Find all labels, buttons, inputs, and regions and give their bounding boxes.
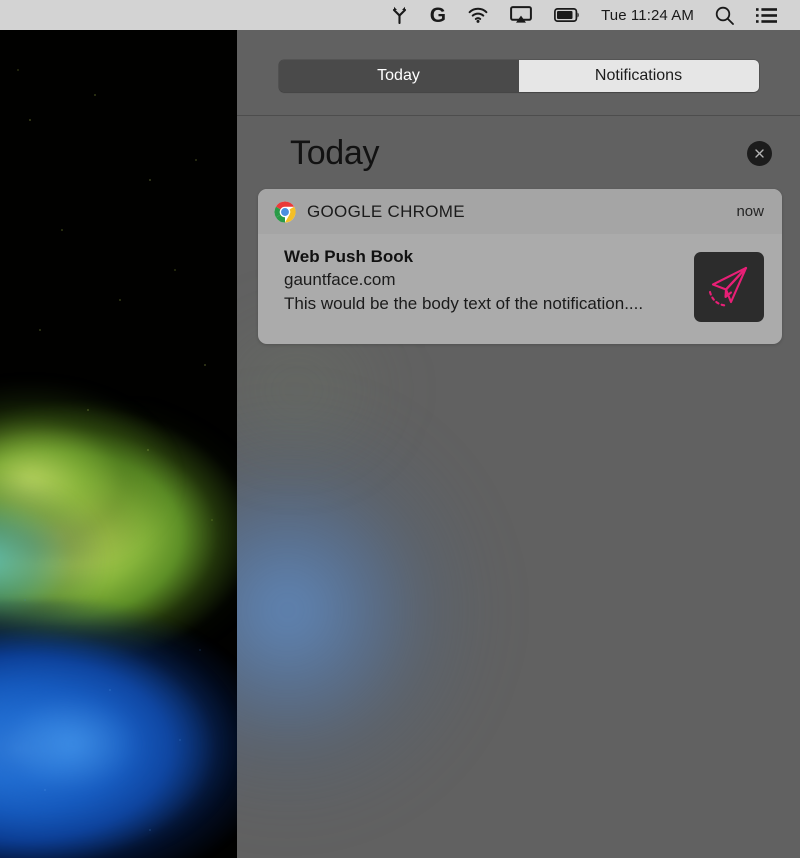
google-menu-item[interactable]: G bbox=[419, 0, 457, 30]
airplay-icon bbox=[510, 6, 532, 23]
fork-branch-menu-item[interactable] bbox=[380, 0, 419, 30]
tab-today[interactable]: Today bbox=[278, 60, 519, 92]
battery-icon bbox=[554, 8, 579, 22]
screen: Today Notifications Today GOOGLE CHROME … bbox=[0, 0, 800, 858]
menu-bar-clock[interactable]: Tue 11:24 AM bbox=[591, 7, 704, 24]
section-title: Today bbox=[290, 134, 380, 172]
segmented-control[interactable]: Today Notifications bbox=[278, 60, 759, 92]
spotlight-search-menu-item[interactable] bbox=[704, 0, 745, 30]
wifi-icon bbox=[468, 7, 488, 23]
notification-card-body: Web Push Book gauntface.com This would b… bbox=[258, 234, 782, 344]
paper-plane-icon bbox=[708, 266, 748, 307]
notification-app-name: GOOGLE CHROME bbox=[307, 201, 465, 221]
notification-list: GOOGLE CHROME now Web Push Book gauntfac… bbox=[237, 173, 800, 344]
notification-site: gauntface.com bbox=[284, 269, 396, 289]
close-icon bbox=[755, 149, 764, 158]
wifi-menu-item[interactable] bbox=[457, 0, 499, 30]
menu-bar: G Tue 11:24 AM bbox=[0, 0, 800, 30]
today-header: Today bbox=[237, 116, 800, 173]
fork-branch-icon bbox=[392, 6, 406, 24]
notification-time: now bbox=[736, 203, 764, 220]
notification-center-icon bbox=[756, 7, 777, 23]
segmented-control-wrap: Today Notifications bbox=[237, 30, 800, 92]
notification-image bbox=[694, 252, 764, 322]
notification-text-block: Web Push Book gauntface.com This would b… bbox=[284, 246, 680, 322]
notification-center-menu-item[interactable] bbox=[745, 0, 788, 30]
notification-card-header: GOOGLE CHROME now bbox=[258, 189, 782, 234]
notification-body: This would be the body text of the notif… bbox=[284, 293, 644, 313]
tab-notifications[interactable]: Notifications bbox=[518, 60, 759, 92]
battery-menu-item[interactable] bbox=[543, 0, 591, 30]
notification-card[interactable]: GOOGLE CHROME now Web Push Book gauntfac… bbox=[258, 189, 782, 344]
search-icon bbox=[715, 6, 734, 25]
airplay-menu-item[interactable] bbox=[499, 0, 543, 30]
google-g-icon: G bbox=[429, 3, 447, 27]
notification-title: Web Push Book bbox=[284, 247, 414, 266]
chrome-icon bbox=[274, 200, 296, 223]
notification-center-panel: Today Notifications Today GOOGLE CHROME … bbox=[237, 30, 800, 858]
close-button[interactable] bbox=[747, 141, 772, 166]
